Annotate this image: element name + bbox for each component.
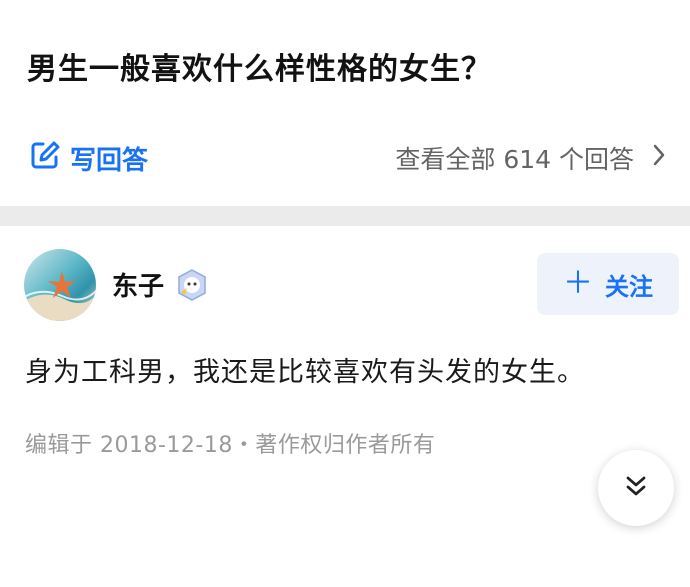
answer-meta: 编辑于 2018-12-18・著作权归作者所有 <box>25 433 436 458</box>
answer-text[interactable]: 身为工科男，我还是比较喜欢有头发的女生。 <box>25 350 585 389</box>
follow-label: 关注 <box>605 272 653 301</box>
author-name[interactable]: 东子 <box>112 266 164 303</box>
verified-badge-icon <box>175 268 209 302</box>
chevron-right-icon <box>652 143 666 173</box>
question-title[interactable]: 男生一般喜欢什么样性格的女生？ <box>27 44 492 88</box>
follow-button[interactable]: ＋ 关注 <box>537 253 679 315</box>
view-all-label: 查看全部 614 个回答 <box>395 145 634 174</box>
view-all-answers-link[interactable]: 查看全部 614 个回答 <box>395 140 666 176</box>
write-answer-button[interactable]: 写回答 <box>30 140 148 177</box>
plus-icon: ＋ <box>563 266 593 301</box>
section-divider <box>0 206 690 226</box>
answer-bar: 写回答 查看全部 614 个回答 <box>0 130 690 186</box>
edit-icon <box>30 140 70 177</box>
collapse-answer-button[interactable] <box>598 450 674 526</box>
avatar[interactable] <box>24 249 96 321</box>
double-chevron-down-icon <box>623 473 649 503</box>
write-answer-label: 写回答 <box>70 146 149 176</box>
